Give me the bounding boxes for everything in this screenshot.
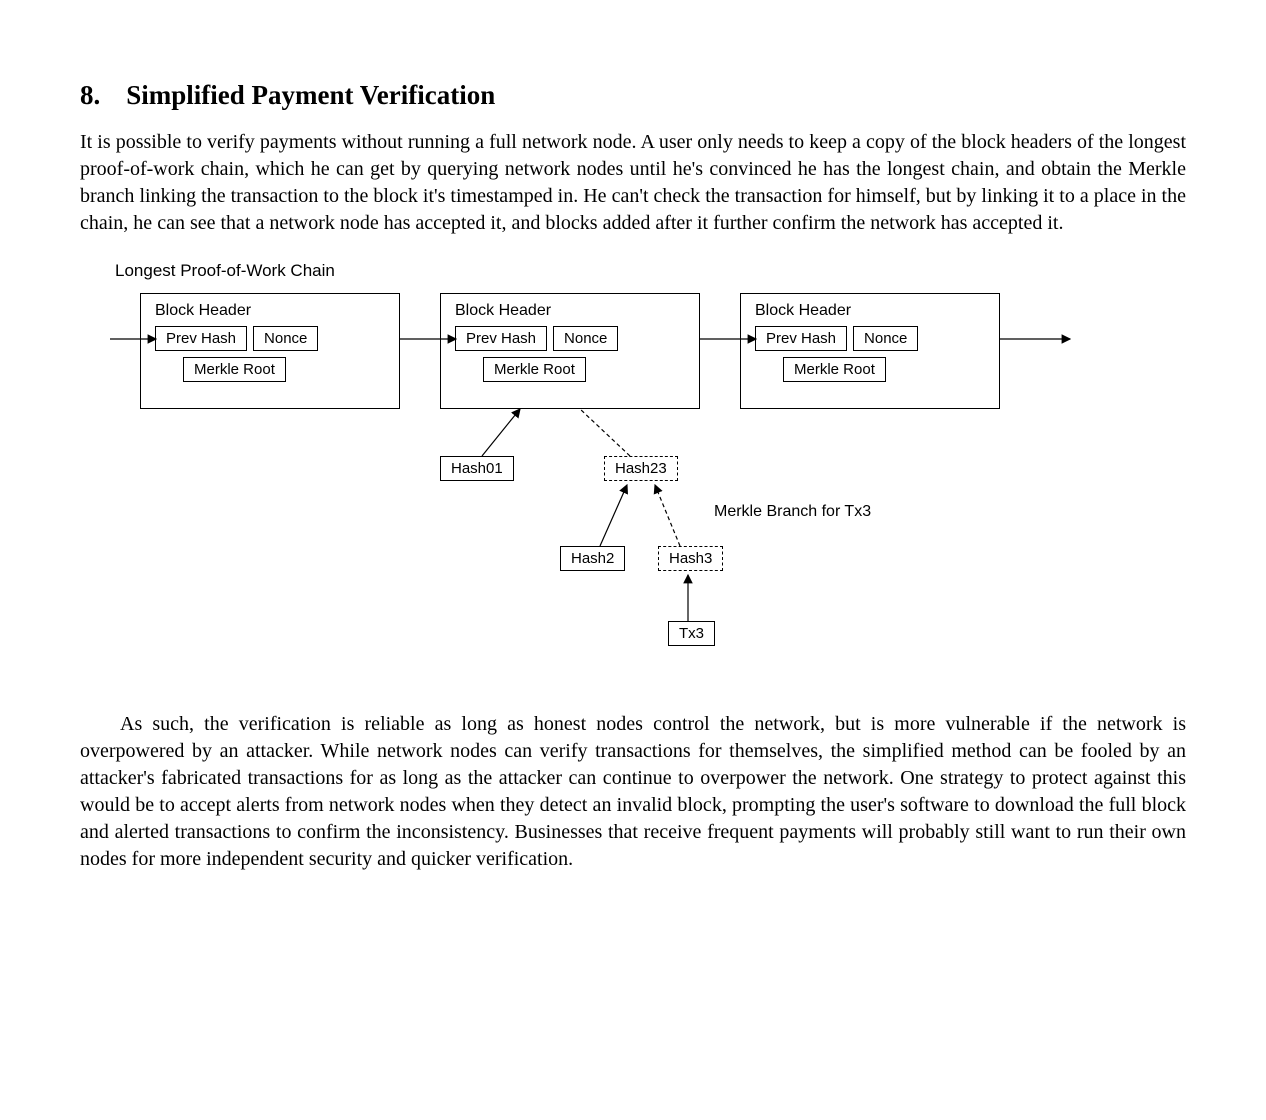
prev-hash-box: Prev Hash [155, 326, 247, 351]
nonce-box: Nonce [553, 326, 618, 351]
hash3-box: Hash3 [658, 546, 723, 571]
branch-label: Merkle Branch for Tx3 [714, 503, 871, 521]
hash01-box: Hash01 [440, 456, 514, 481]
section-number: 8. [80, 80, 100, 111]
merkle-root-box: Merkle Root [183, 357, 286, 382]
merkle-root-box: Merkle Root [783, 357, 886, 382]
block-header-1: Block Header Prev Hash Nonce Merkle Root [140, 293, 400, 409]
nonce-box: Nonce [253, 326, 318, 351]
block-header-title: Block Header [455, 302, 689, 320]
nonce-box: Nonce [853, 326, 918, 351]
paragraph-1: It is possible to verify payments withou… [80, 129, 1186, 237]
hash23-box: Hash23 [604, 456, 678, 481]
spv-diagram: Longest Proof-of-Work Chain Block Header… [110, 261, 1130, 681]
prev-hash-box: Prev Hash [455, 326, 547, 351]
section-heading: 8. Simplified Payment Verification [80, 80, 1186, 111]
prev-hash-box: Prev Hash [755, 326, 847, 351]
block-header-title: Block Header [755, 302, 989, 320]
hash2-box: Hash2 [560, 546, 625, 571]
section-title: Simplified Payment Verification [126, 80, 495, 110]
chain-label: Longest Proof-of-Work Chain [115, 261, 335, 281]
block-header-2: Block Header Prev Hash Nonce Merkle Root [440, 293, 700, 409]
paragraph-2: As such, the verification is reliable as… [80, 711, 1186, 873]
tx3-box: Tx3 [668, 621, 715, 646]
block-header-title: Block Header [155, 302, 389, 320]
merkle-root-box: Merkle Root [483, 357, 586, 382]
block-header-3: Block Header Prev Hash Nonce Merkle Root [740, 293, 1000, 409]
